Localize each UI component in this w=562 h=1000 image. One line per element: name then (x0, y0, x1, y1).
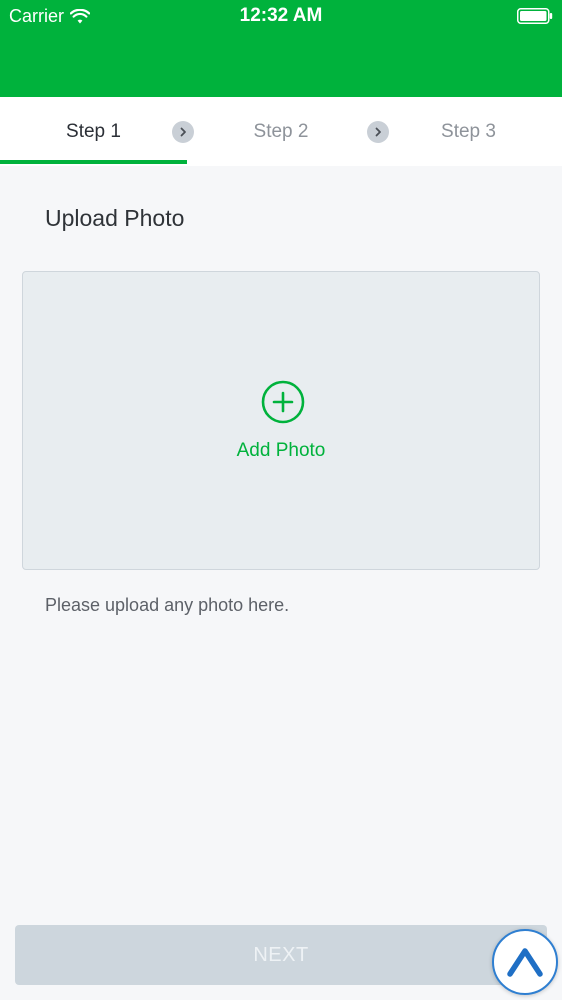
floating-action-button[interactable] (492, 929, 558, 995)
step-1-tab[interactable]: Step 1 (0, 97, 187, 166)
upload-hint: Please upload any photo here. (45, 595, 290, 615)
step-1-label: Step 1 (66, 120, 121, 142)
section-title: Upload Photo (45, 205, 185, 231)
plus-circle-icon (261, 380, 305, 424)
chevron-right-icon (172, 121, 194, 143)
active-step-indicator (0, 160, 187, 164)
stepper: Step 1 Step 2 Step 3 (0, 97, 562, 166)
chevron-right-icon (367, 121, 389, 143)
screen: Carrier 12:32 AM Step 1 Step 2 Step 3 Up… (0, 0, 562, 1000)
step-3-label: Step 3 (441, 120, 496, 142)
status-time: 12:32 AM (239, 5, 323, 26)
status-bar: Carrier 12:32 AM (0, 0, 562, 32)
next-button[interactable]: NEXT (15, 925, 547, 985)
step-2-tab[interactable]: Step 2 (187, 97, 375, 166)
app-header: Carrier 12:32 AM (0, 0, 562, 97)
step-2-label: Step 2 (253, 120, 309, 142)
caret-up-icon (507, 948, 543, 977)
battery-icon (517, 8, 553, 24)
add-photo-label: Add Photo (236, 440, 326, 461)
add-photo-area[interactable]: Add Photo (22, 271, 540, 570)
step-3-tab[interactable]: Step 3 (375, 97, 562, 166)
